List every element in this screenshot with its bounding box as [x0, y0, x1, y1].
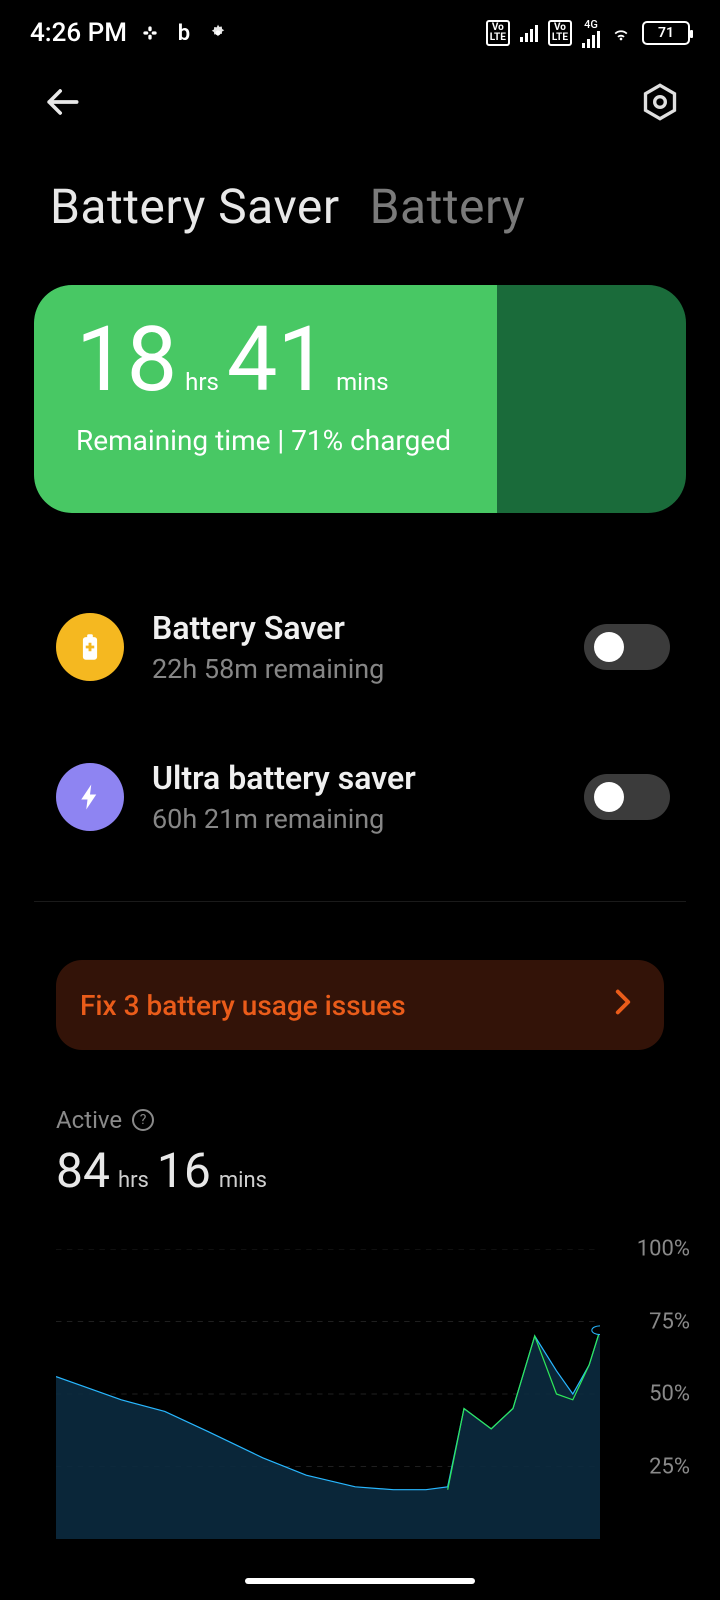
tab-battery-saver[interactable]: Battery Saver — [50, 178, 340, 235]
home-indicator[interactable] — [245, 1578, 475, 1584]
battery-saver-row[interactable]: Battery Saver 22h 58m remaining — [0, 591, 720, 703]
page-tabs: Battery Saver Battery — [0, 138, 720, 275]
remaining-subtitle: Remaining time | 71% charged — [76, 424, 644, 457]
ultra-saver-row[interactable]: Ultra battery saver 60h 21m remaining — [0, 741, 720, 853]
option-title: Ultra battery saver — [152, 759, 556, 797]
volte-icon-1: VoLTE — [486, 20, 510, 46]
option-sub: 60h 21m remaining — [152, 803, 556, 835]
wifi-icon — [610, 22, 632, 44]
active-label: Active — [56, 1106, 122, 1134]
option-sub: 22h 58m remaining — [152, 653, 556, 685]
divider — [34, 901, 686, 902]
status-bar: 4:26 PM b VoLTE VoLTE 4G 71 — [0, 0, 720, 58]
active-mins: 16 — [157, 1142, 211, 1199]
active-section: Active ? 84 hrs 16 mins — [0, 1050, 720, 1199]
y-tick-label: 100% — [637, 1237, 690, 1262]
slack-icon — [139, 22, 161, 44]
settings-button[interactable] — [640, 82, 680, 126]
help-icon[interactable]: ? — [132, 1109, 154, 1131]
tab-battery[interactable]: Battery — [370, 178, 526, 235]
status-time: 4:26 PM — [30, 18, 127, 48]
battery-plus-icon — [56, 613, 124, 681]
y-tick-label: 25% — [649, 1454, 690, 1479]
battery-status-icon: 71 — [642, 21, 690, 45]
option-title: Battery Saver — [152, 609, 556, 647]
active-hours: 84 — [56, 1142, 110, 1199]
bolt-icon — [56, 763, 124, 831]
saver-options: Battery Saver 22h 58m remaining Ultra ba… — [0, 591, 720, 853]
remaining-hours: 18 — [76, 315, 177, 405]
app-b-icon: b — [173, 22, 195, 44]
fix-issues-button[interactable]: Fix 3 battery usage issues — [56, 960, 664, 1050]
top-bar — [0, 58, 720, 138]
chevron-right-icon — [614, 989, 632, 1022]
battery-saver-toggle[interactable] — [584, 624, 670, 670]
remaining-time-card[interactable]: 18 hrs 41 mins Remaining time | 71% char… — [34, 285, 686, 513]
y-tick-label: 50% — [649, 1382, 690, 1407]
ultra-saver-toggle[interactable] — [584, 774, 670, 820]
volte-icon-2: VoLTE — [548, 20, 572, 46]
signal-icon-2: 4G — [582, 19, 600, 48]
settings-status-icon — [207, 22, 229, 44]
signal-icon-1 — [520, 24, 538, 42]
battery-chart[interactable]: 25%50%75%100% — [56, 1249, 690, 1539]
y-tick-label: 75% — [649, 1309, 690, 1334]
back-button[interactable] — [40, 80, 84, 128]
remaining-mins: 41 — [227, 315, 328, 405]
